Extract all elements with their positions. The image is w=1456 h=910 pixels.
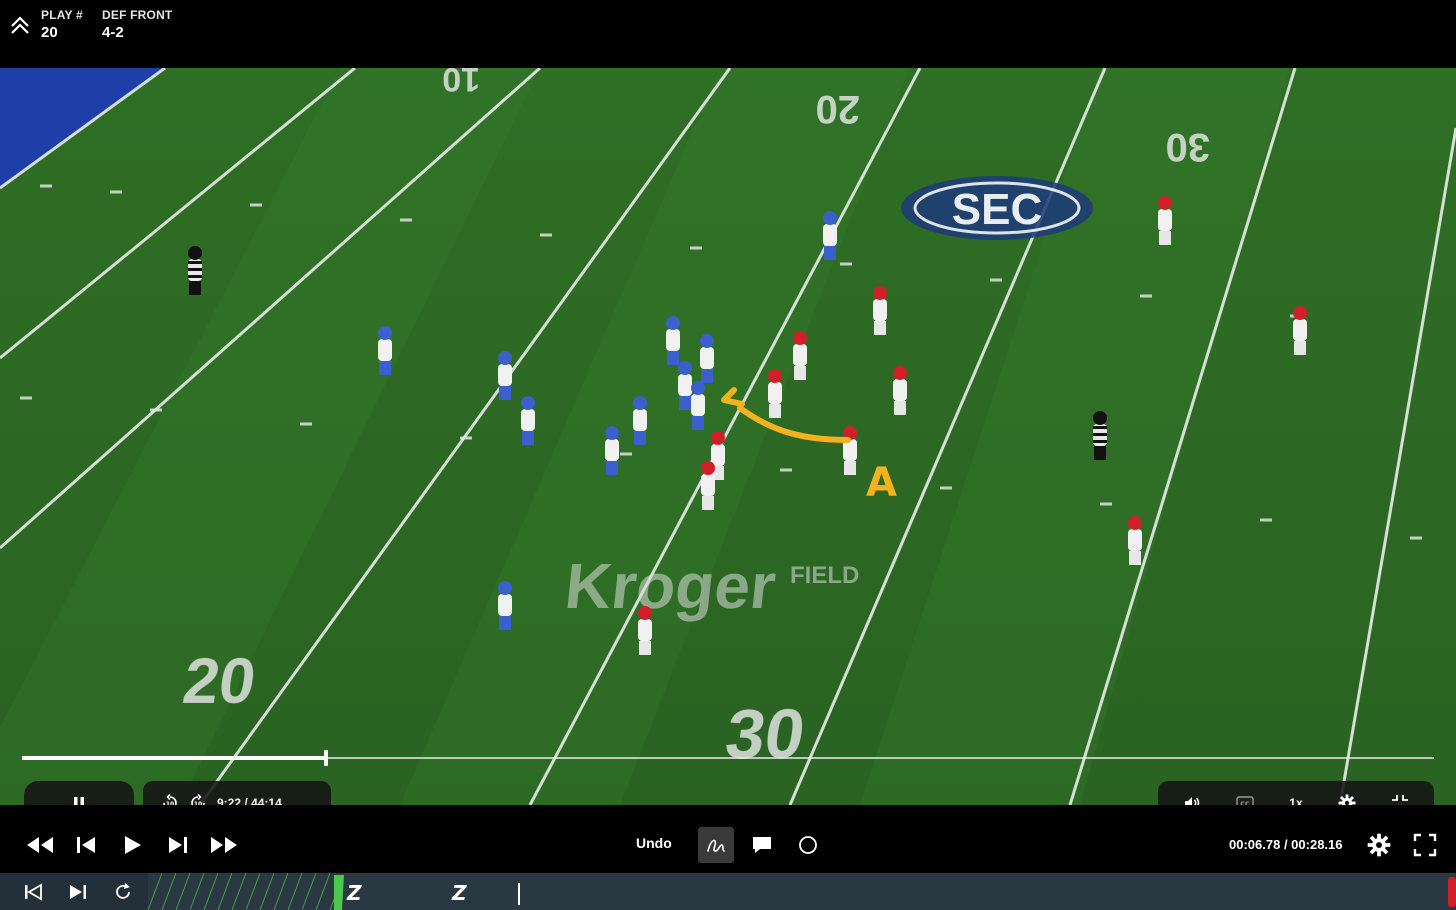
play-number-value: 20 bbox=[41, 24, 58, 41]
timeline-end-marker bbox=[1448, 877, 1456, 907]
annotation-letter: A bbox=[866, 460, 897, 506]
field-number-top-mid: 20 bbox=[816, 87, 861, 131]
player bbox=[1128, 516, 1142, 565]
player bbox=[768, 369, 782, 418]
scrubber-handle[interactable] bbox=[323, 750, 328, 766]
player bbox=[678, 361, 692, 410]
sec-logo-text: SEC bbox=[952, 185, 1042, 234]
fullscreen-icon bbox=[1413, 833, 1437, 857]
def-front-block: DEF FRONT 4-2 bbox=[102, 8, 172, 41]
player bbox=[793, 331, 807, 380]
fullscreen-button[interactable] bbox=[1410, 827, 1440, 863]
freehand-draw-button[interactable] bbox=[698, 827, 734, 863]
player bbox=[700, 334, 714, 383]
timeline-marker-2[interactable]: Z bbox=[451, 881, 467, 905]
video-frame[interactable]: 10 20 30 20 30 SEC Kroger FIELD A bbox=[0, 68, 1456, 805]
timeline-marker-1[interactable]: Z bbox=[346, 881, 362, 905]
step-back-button[interactable] bbox=[72, 827, 100, 863]
clip-separator: / bbox=[1280, 837, 1292, 852]
player bbox=[1158, 196, 1172, 245]
player bbox=[1293, 306, 1307, 355]
skip-to-start-icon bbox=[25, 882, 42, 901]
timeline-graphics: Z Z bbox=[148, 873, 1456, 910]
player bbox=[691, 381, 705, 430]
play-icon bbox=[125, 836, 141, 854]
double-chevron-up-icon bbox=[11, 16, 29, 34]
play-number-block: PLAY # 20 bbox=[41, 8, 83, 41]
comment-button[interactable] bbox=[748, 827, 776, 863]
player bbox=[378, 326, 392, 375]
player bbox=[605, 426, 619, 475]
player bbox=[633, 396, 647, 445]
step-forward-button[interactable] bbox=[164, 827, 192, 863]
undo-button[interactable]: Undo bbox=[636, 835, 672, 851]
field-number-top-right: 30 bbox=[1166, 125, 1211, 169]
field-number-bottom-left: 20 bbox=[179, 645, 260, 717]
football-field-scene: 10 20 30 20 30 SEC Kroger FIELD A bbox=[0, 68, 1456, 805]
timeline-playhead[interactable] bbox=[334, 875, 344, 910]
clip-elapsed: 00:06.78 bbox=[1229, 837, 1281, 852]
freehand-draw-icon bbox=[707, 839, 725, 852]
player bbox=[873, 286, 887, 335]
def-front-value: 4-2 bbox=[102, 24, 124, 41]
sponsor-text: Kroger bbox=[562, 550, 779, 622]
video-scrubber[interactable] bbox=[22, 750, 1434, 766]
step-forward-icon bbox=[169, 837, 187, 853]
clip-timeline: Z Z bbox=[0, 873, 1456, 910]
clip-total: 00:28.16 bbox=[1291, 837, 1343, 852]
circle-tool-button[interactable] bbox=[794, 827, 822, 863]
fast-rewind-button[interactable] bbox=[24, 827, 56, 863]
previous-clip-button[interactable] bbox=[10, 873, 56, 910]
scrubber-progress bbox=[22, 756, 326, 760]
player bbox=[701, 461, 715, 510]
play-info-header: PLAY # 20 DEF FRONT 4-2 bbox=[0, 0, 1456, 68]
repeat-icon bbox=[116, 882, 130, 899]
referee bbox=[188, 246, 202, 295]
play-button[interactable] bbox=[118, 827, 146, 863]
timeline-cursor bbox=[518, 883, 520, 905]
play-number-label: PLAY # bbox=[41, 8, 83, 22]
played-region bbox=[148, 873, 336, 910]
comment-icon bbox=[753, 837, 771, 853]
gear-icon bbox=[1367, 833, 1391, 857]
fast-rewind-icon bbox=[27, 837, 53, 853]
sponsor-sub: FIELD bbox=[790, 562, 859, 589]
player bbox=[498, 581, 512, 630]
player bbox=[843, 426, 857, 475]
collapse-header-button[interactable] bbox=[6, 10, 34, 40]
player bbox=[521, 396, 535, 445]
playback-toolbar: Undo 00:06.78 / 00:28.16 bbox=[0, 805, 1456, 873]
fast-forward-button[interactable] bbox=[207, 827, 241, 863]
toolbar-settings-button[interactable] bbox=[1364, 827, 1394, 863]
clip-time: 00:06.78 / 00:28.16 bbox=[1229, 837, 1343, 852]
player bbox=[498, 351, 512, 400]
step-back-icon bbox=[77, 837, 95, 853]
referee bbox=[1093, 411, 1107, 460]
sec-logo: SEC bbox=[901, 176, 1093, 240]
field-number-top-left: 10 bbox=[442, 68, 480, 98]
next-clip-button[interactable] bbox=[55, 873, 101, 910]
player bbox=[823, 211, 837, 260]
player bbox=[666, 316, 680, 365]
loop-button[interactable] bbox=[100, 873, 146, 910]
skip-to-end-icon bbox=[70, 884, 86, 899]
circle-tool-icon bbox=[799, 836, 817, 854]
def-front-label: DEF FRONT bbox=[102, 8, 173, 22]
player bbox=[893, 366, 907, 415]
fast-forward-icon bbox=[211, 837, 237, 853]
timeline-track[interactable]: Z Z bbox=[148, 873, 1456, 910]
player bbox=[638, 606, 652, 655]
